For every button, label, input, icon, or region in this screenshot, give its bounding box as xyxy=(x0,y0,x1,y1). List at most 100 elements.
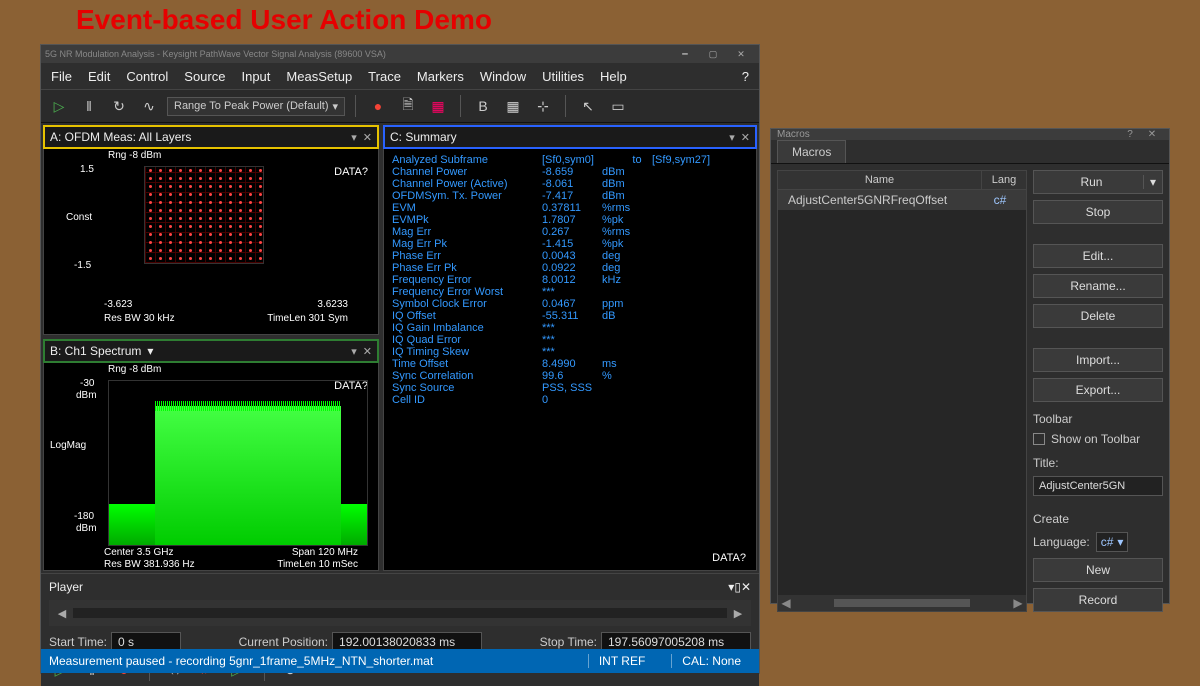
summary-row: Mag Err0.267%rms xyxy=(392,226,748,238)
panel-c-title: C: Summary xyxy=(390,130,457,144)
summary-value: 0.0043 xyxy=(542,250,602,262)
panel-a-header[interactable]: A: OFDM Meas: All Layers ▾ ✕ xyxy=(44,126,378,148)
summary-unit: %rms xyxy=(602,226,652,238)
player-track[interactable]: ◀ ▶ xyxy=(49,600,751,626)
panel-c-header[interactable]: C: Summary ▾ ✕ xyxy=(384,126,756,148)
menu-window[interactable]: Window xyxy=(480,69,526,84)
record-button[interactable]: Record xyxy=(1033,588,1163,612)
summary-body: Analyzed Subframe [Sf0,sym0] to [Sf9,sym… xyxy=(384,148,756,570)
summary-label: IQ Gain Imbalance xyxy=(392,322,542,334)
help-icon[interactable]: ? xyxy=(742,69,749,84)
restart-icon[interactable]: ↻ xyxy=(107,94,131,118)
menu-control[interactable]: Control xyxy=(126,69,168,84)
menu-input[interactable]: Input xyxy=(241,69,270,84)
summary-row: IQ Quad Error*** xyxy=(392,334,748,346)
summary-label: Time Offset xyxy=(392,358,542,370)
macro-row[interactable]: AdjustCenter5GNRFreqOffset c# xyxy=(778,190,1026,210)
new-button[interactable]: New xyxy=(1033,558,1163,582)
constellation-icon[interactable]: ▦ xyxy=(426,94,450,118)
menu-meassetup[interactable]: MeasSetup xyxy=(286,69,352,84)
tab-macros[interactable]: Macros xyxy=(777,140,846,163)
menu-file[interactable]: File xyxy=(51,69,72,84)
panel-a-dropdown-icon[interactable]: ▾ xyxy=(351,131,357,144)
checkbox-icon[interactable] xyxy=(1033,433,1045,445)
panel-c-dropdown-icon[interactable]: ▾ xyxy=(729,131,735,144)
scroll-left-icon[interactable]: ◀ xyxy=(778,596,794,610)
menu-utilities[interactable]: Utilities xyxy=(542,69,584,84)
stop-button[interactable]: Stop xyxy=(1033,200,1163,224)
rng-label: Rng -8 dBm xyxy=(108,150,161,161)
summary-value: -8.061 xyxy=(542,178,602,190)
player-scrollbar[interactable] xyxy=(73,608,727,618)
macro-title-input[interactable]: AdjustCenter5GN xyxy=(1033,476,1163,496)
summary-row: Time Offset8.4990ms xyxy=(392,358,748,370)
summary-unit: ppm xyxy=(602,298,652,310)
panel-a-plot[interactable]: Rng -8 dBm DATA? 1.5 Const -1.5 -3.623 3… xyxy=(44,148,378,334)
menu-edit[interactable]: Edit xyxy=(88,69,110,84)
status-ref: INT REF xyxy=(588,654,655,668)
tree-icon[interactable]: ⊹ xyxy=(531,94,555,118)
bold-b-icon[interactable]: B xyxy=(471,94,495,118)
macros-close-icon[interactable]: ✕ xyxy=(1141,129,1163,140)
status-message: Measurement paused - recording 5gnr_1fra… xyxy=(49,654,433,668)
scroll-thumb[interactable] xyxy=(834,599,970,607)
scroll-left-icon[interactable]: ◀ xyxy=(55,607,69,620)
summary-row: OFDMSym. Tx. Power-7.417dBm xyxy=(392,190,748,202)
record-icon[interactable]: ● xyxy=(366,94,390,118)
macros-hscroll[interactable]: ◀ ▶ xyxy=(778,595,1026,611)
summary-unit: deg xyxy=(602,250,652,262)
maximize-icon[interactable]: ▢ xyxy=(699,49,727,60)
chevron-down-icon[interactable]: ▾ xyxy=(147,344,153,358)
summary-label: IQ Offset xyxy=(392,310,542,322)
x-min: -3.623 xyxy=(104,299,132,310)
pointer-icon[interactable]: ↖ xyxy=(576,94,600,118)
panel-a: A: OFDM Meas: All Layers ▾ ✕ Rng -8 dBm … xyxy=(43,125,379,335)
col-header-lang[interactable]: Lang xyxy=(982,171,1026,189)
rename-button[interactable]: Rename... xyxy=(1033,274,1163,298)
panel-b-dropdown-icon[interactable]: ▾ xyxy=(351,345,357,358)
language-select[interactable]: c# ▾ xyxy=(1096,532,1129,552)
panel-a-close-icon[interactable]: ✕ xyxy=(363,131,372,144)
summary-value: 8.0012 xyxy=(542,274,602,286)
export-button[interactable]: Export... xyxy=(1033,378,1163,402)
menu-help[interactable]: Help xyxy=(600,69,627,84)
close-icon[interactable]: ✕ xyxy=(727,49,755,60)
scroll-right-icon[interactable]: ▶ xyxy=(731,607,745,620)
col-header-name[interactable]: Name xyxy=(778,171,982,189)
run-continuous-icon[interactable]: ▷ xyxy=(47,94,71,118)
summary-label: EVMPk xyxy=(392,214,542,226)
macros-help-icon[interactable]: ? xyxy=(1119,129,1141,140)
data-question: DATA? xyxy=(712,552,746,564)
panel-b-close-icon[interactable]: ✕ xyxy=(363,345,372,358)
summary-row: IQ Gain Imbalance*** xyxy=(392,322,748,334)
panel-b-plot[interactable]: Rng -8 dBm DATA? -30 dBm LogMag -180 dBm… xyxy=(44,362,378,570)
document-icon[interactable]: 🗎 xyxy=(396,94,420,118)
create-section-label: Create xyxy=(1033,512,1163,526)
pause-icon[interactable]: ‖ xyxy=(77,94,101,118)
summary-value: [Sf0,sym0] xyxy=(542,154,622,166)
chevron-down-icon[interactable]: ▾ xyxy=(1143,175,1156,189)
summary-row: Channel Power-8.659dBm xyxy=(392,166,748,178)
summary-value: 0.37811 xyxy=(542,202,602,214)
menu-trace[interactable]: Trace xyxy=(368,69,401,84)
range-dropdown[interactable]: Range To Peak Power (Default) ▾ xyxy=(167,97,345,116)
autorange-icon[interactable]: ∿ xyxy=(137,94,161,118)
chevron-down-icon: ▾ xyxy=(1117,535,1123,549)
show-on-toolbar-checkbox[interactable]: Show on Toolbar xyxy=(1033,432,1163,446)
panel-b-header[interactable]: B: Ch1 Spectrum ▾ ▾ ✕ xyxy=(44,340,378,362)
layout-grid-icon[interactable]: ▦ xyxy=(501,94,525,118)
panel-c-close-icon[interactable]: ✕ xyxy=(741,131,750,144)
import-button[interactable]: Import... xyxy=(1033,348,1163,372)
player-pin-icon[interactable]: ▯ xyxy=(734,580,741,594)
separator xyxy=(355,95,356,117)
summary-unit xyxy=(602,382,652,394)
run-button[interactable]: Run ▾ xyxy=(1033,170,1163,194)
scroll-right-icon[interactable]: ▶ xyxy=(1010,596,1026,610)
menu-markers[interactable]: Markers xyxy=(417,69,464,84)
player-close-icon[interactable]: ✕ xyxy=(741,580,751,594)
delete-button[interactable]: Delete xyxy=(1033,304,1163,328)
rectangle-select-icon[interactable]: ▭ xyxy=(606,94,630,118)
menu-source[interactable]: Source xyxy=(184,69,225,84)
minimize-icon[interactable]: ━ xyxy=(671,49,699,60)
edit-button[interactable]: Edit... xyxy=(1033,244,1163,268)
